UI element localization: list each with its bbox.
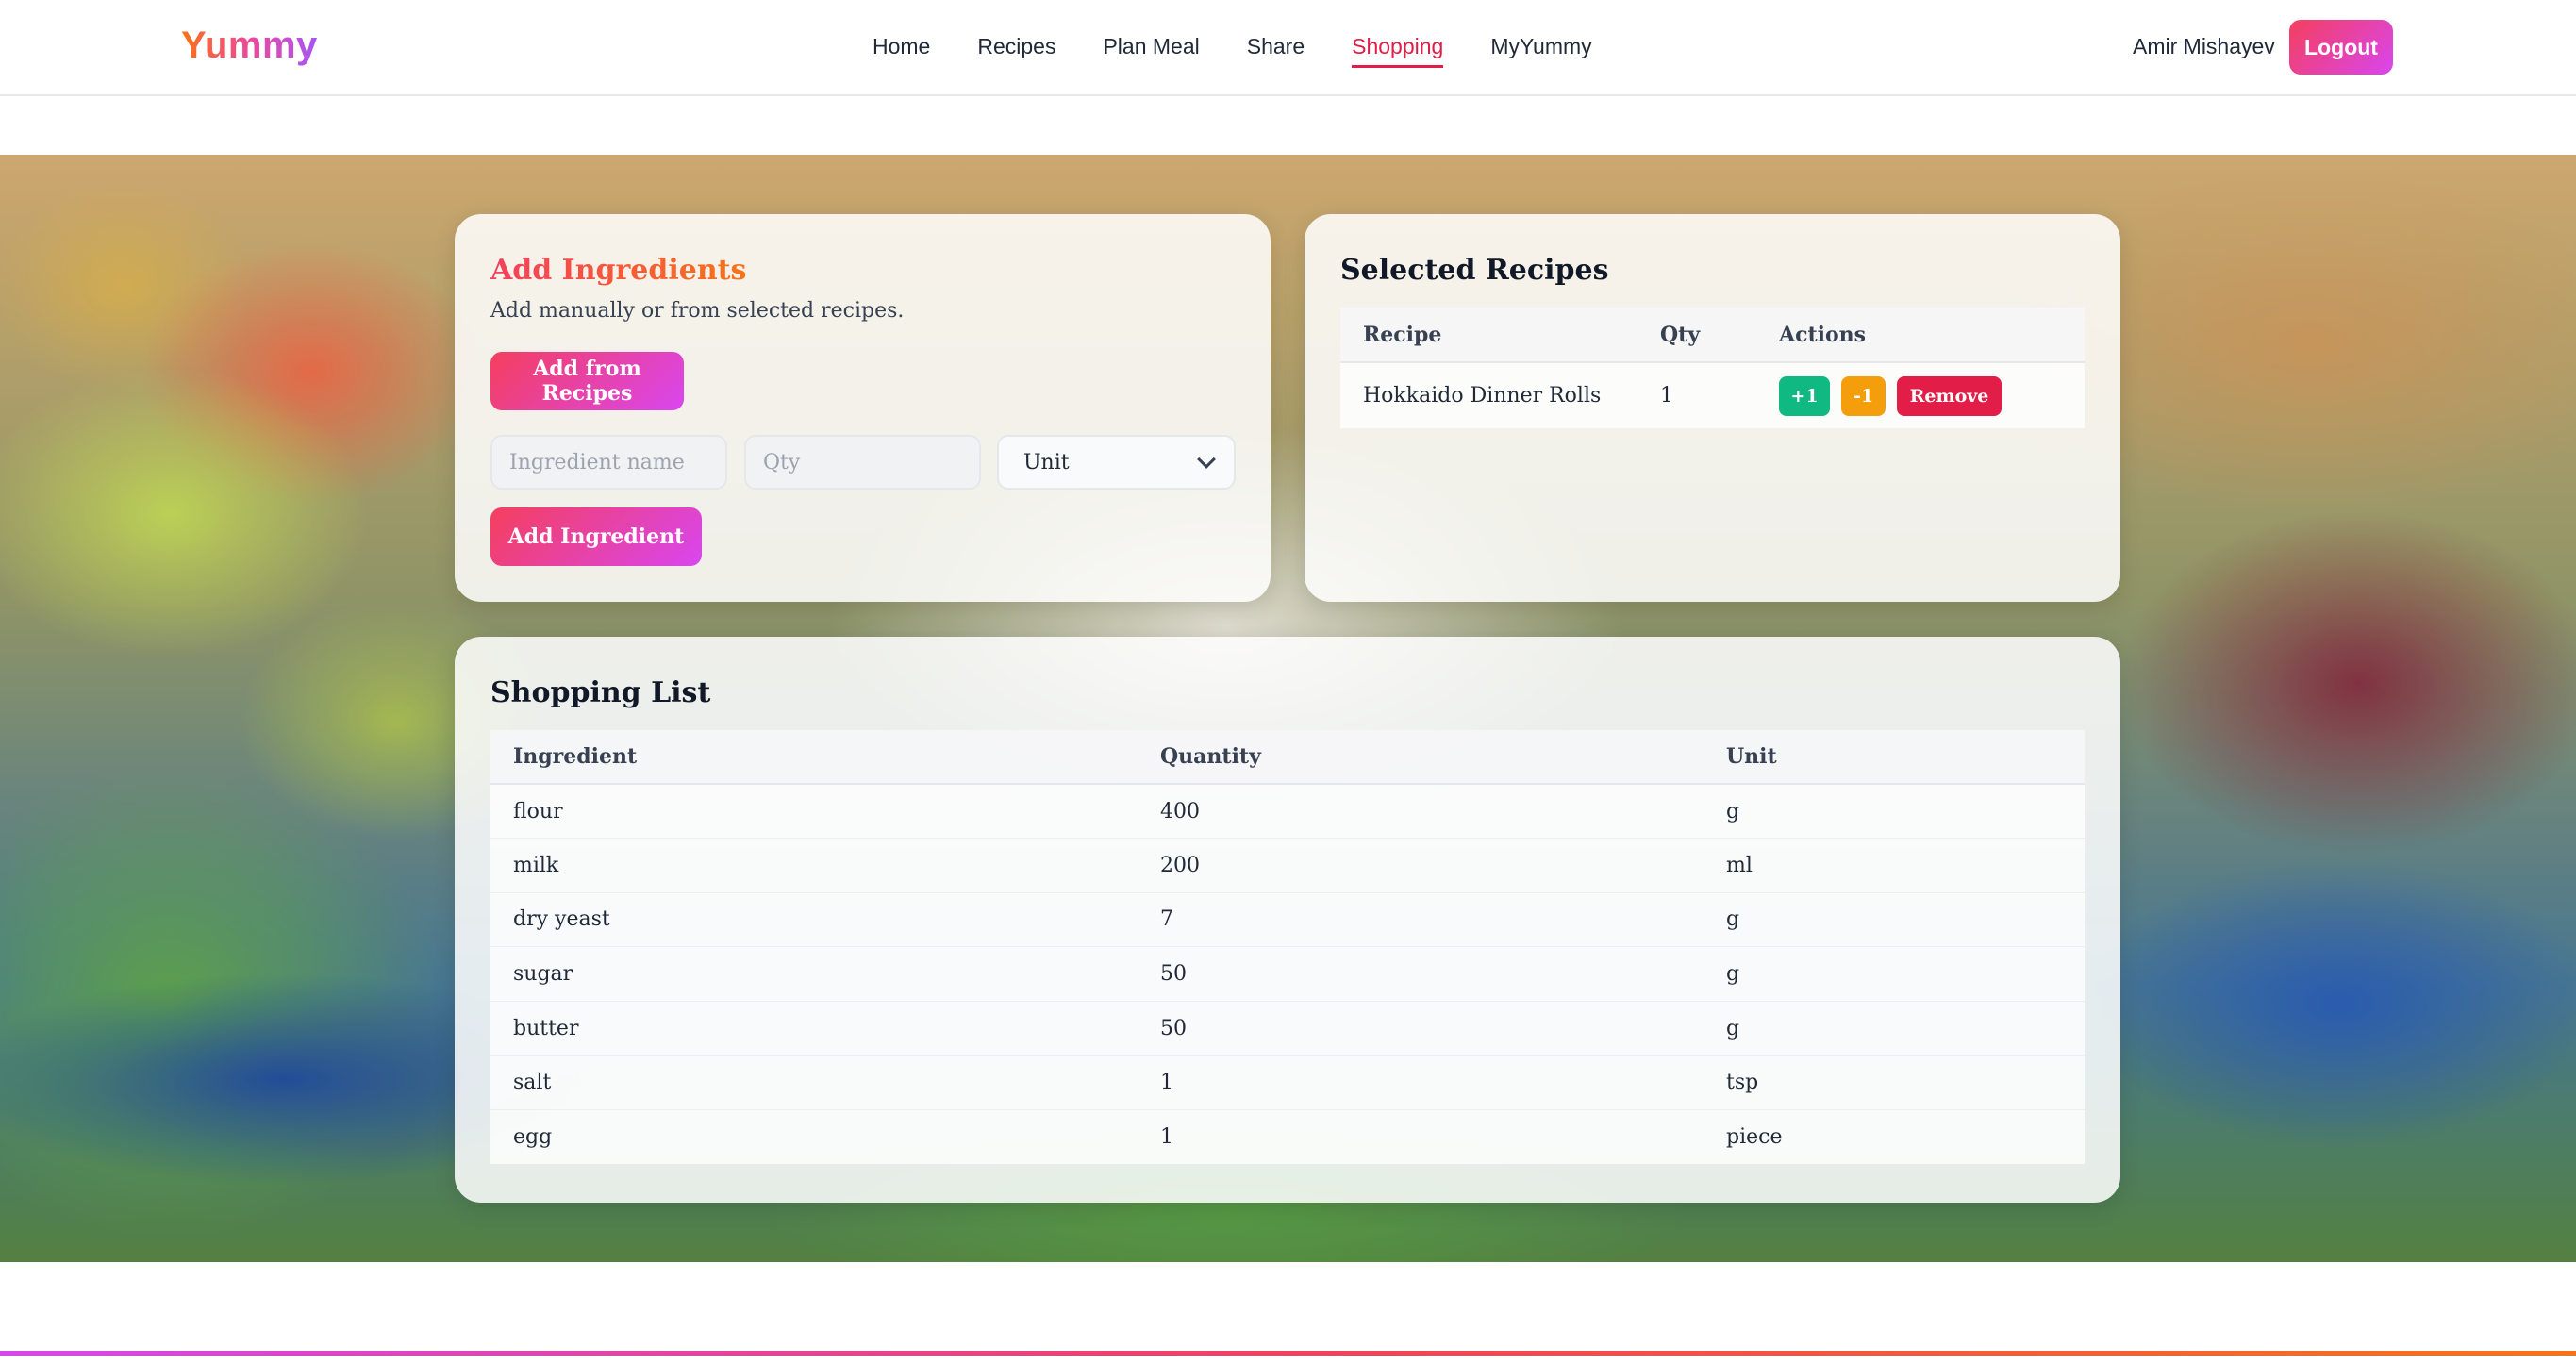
unit-cell: ml (1703, 838, 2085, 893)
brand-logo[interactable]: Yummy (181, 25, 318, 67)
nav-link-recipes[interactable]: Recipes (977, 34, 1055, 68)
selected-recipes-table: Recipe Qty Actions Hokkaido Dinner Rolls… (1340, 308, 2085, 428)
main-nav: Home Recipes Plan Meal Share Shopping My… (873, 34, 1592, 68)
add-ingredients-subtitle: Add manually or from selected recipes. (490, 299, 905, 323)
unit-cell: piece (1703, 1109, 2085, 1165)
increment-button[interactable]: +1 (1779, 375, 1830, 416)
table-header-row: Recipe Qty Actions (1340, 308, 2085, 363)
ingredient-cell: flour (490, 784, 1138, 840)
column-header-ingredient: Ingredient (490, 730, 1138, 785)
column-header-quantity: Quantity (1138, 730, 1703, 785)
quantity-cell: 200 (1138, 838, 1703, 893)
quantity-cell: 50 (1138, 1001, 1703, 1056)
table-row: flour 400 g (490, 784, 2085, 840)
unit-cell: tsp (1703, 1055, 2085, 1111)
shopping-list-title: Shopping List (490, 676, 711, 709)
ingredient-cell: egg (490, 1109, 1138, 1165)
ingredient-cell: salt (490, 1055, 1138, 1111)
unit-cell: g (1703, 892, 2085, 948)
unit-select[interactable]: Unit (997, 435, 1236, 490)
top-navbar: Yummy Home Recipes Plan Meal Share Shopp… (0, 0, 2576, 96)
add-ingredients-card: Add Ingredients Add manually or from sel… (455, 214, 1271, 602)
shopping-list-table: Ingredient Quantity Unit flour 400 g mil… (490, 730, 2085, 1165)
table-row: milk 200 ml (490, 838, 2085, 893)
nav-link-myyummy[interactable]: MyYummy (1490, 34, 1591, 68)
add-ingredient-button[interactable]: Add Ingredient (490, 507, 702, 566)
quantity-cell: 50 (1138, 946, 1703, 1002)
footer-accent-line (0, 1351, 2576, 1356)
add-from-recipes-button[interactable]: Add from Recipes (490, 352, 684, 410)
column-header-unit: Unit (1703, 730, 2085, 785)
ingredient-name-input[interactable] (490, 435, 727, 490)
selected-recipes-title: Selected Recipes (1340, 254, 1609, 287)
recipe-actions: +1 -1 Remove (1756, 362, 2085, 428)
user-name: Amir Mishayev (2133, 34, 2275, 58)
unit-cell: g (1703, 1001, 2085, 1056)
ingredient-cell: sugar (490, 946, 1138, 1002)
recipe-name: Hokkaido Dinner Rolls (1340, 362, 1653, 428)
ingredient-cell: dry yeast (490, 892, 1138, 948)
quantity-cell: 1 (1138, 1109, 1703, 1165)
column-header-qty: Qty (1653, 308, 1756, 363)
decrement-button[interactable]: -1 (1841, 375, 1886, 416)
quantity-cell: 7 (1138, 892, 1703, 948)
ingredient-cell: milk (490, 838, 1138, 893)
table-row: butter 50 g (490, 1001, 2085, 1056)
add-ingredients-title: Add Ingredients (490, 254, 747, 287)
chevron-down-icon (1197, 450, 1216, 469)
nav-link-shopping[interactable]: Shopping (1352, 34, 1444, 68)
table-row: egg 1 piece (490, 1109, 2085, 1165)
table-row: Hokkaido Dinner Rolls 1 +1 -1 Remove (1340, 362, 2085, 428)
table-row: dry yeast 7 g (490, 892, 2085, 948)
shopping-list-card: Shopping List Ingredient Quantity Unit f… (455, 637, 2120, 1203)
nav-link-home[interactable]: Home (873, 34, 930, 68)
unit-cell: g (1703, 784, 2085, 840)
quantity-cell: 1 (1138, 1055, 1703, 1111)
logout-button[interactable]: Logout (2289, 20, 2393, 75)
table-header-row: Ingredient Quantity Unit (490, 730, 2085, 785)
column-header-recipe: Recipe (1340, 308, 1653, 363)
nav-link-plan-meal[interactable]: Plan Meal (1103, 34, 1199, 68)
recipe-qty: 1 (1653, 362, 1756, 428)
table-row: sugar 50 g (490, 946, 2085, 1002)
nav-link-share[interactable]: Share (1247, 34, 1305, 68)
quantity-cell: 400 (1138, 784, 1703, 840)
ingredient-cell: butter (490, 1001, 1138, 1056)
table-row: salt 1 tsp (490, 1055, 2085, 1111)
selected-recipes-card: Selected Recipes Recipe Qty Actions Hokk… (1305, 214, 2120, 602)
qty-input[interactable] (744, 435, 981, 490)
remove-button[interactable]: Remove (1897, 375, 2002, 416)
unit-cell: g (1703, 946, 2085, 1002)
column-header-actions: Actions (1756, 308, 2085, 363)
unit-select-value: Unit (1023, 450, 1070, 474)
